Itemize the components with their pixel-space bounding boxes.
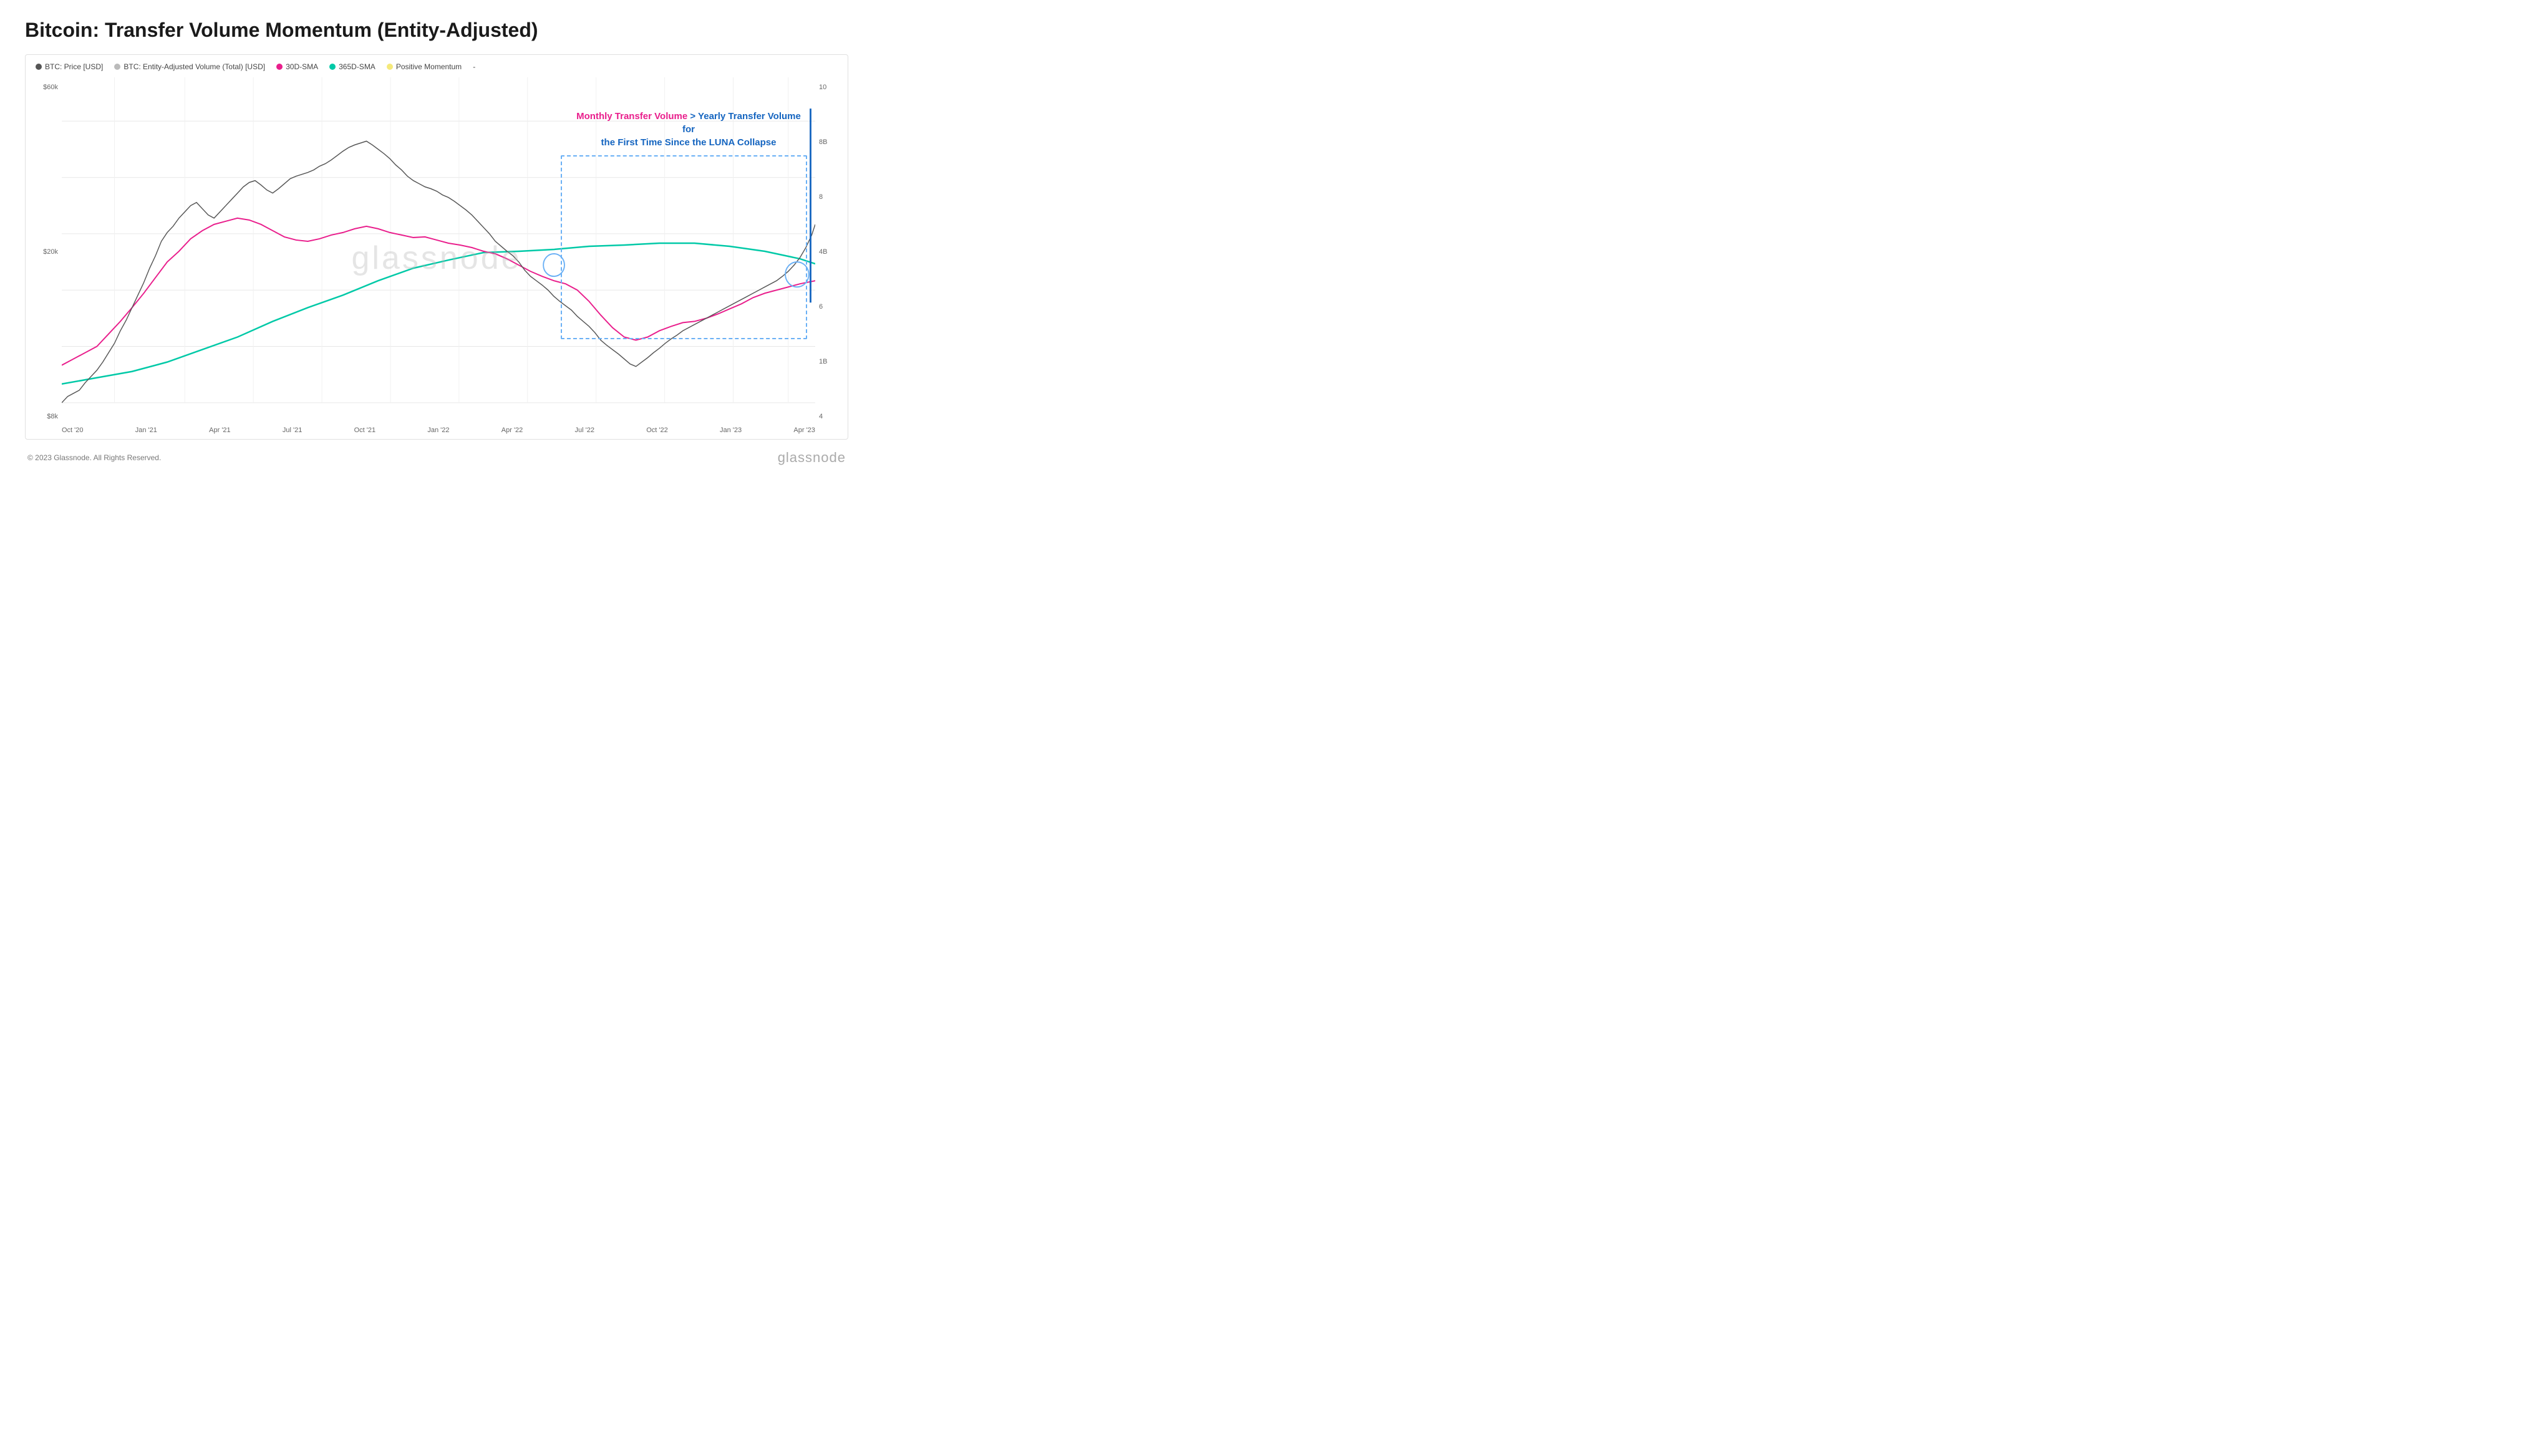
legend-sma30-label: 30D-SMA (286, 62, 318, 71)
y-label-4b: 4B (815, 248, 848, 256)
y-label-4: 4 (815, 413, 848, 420)
chart-area: $60k $20k $8k 10 8B 8 4B 6 1B 4 (26, 77, 848, 439)
x-label-oct21: Oct '21 (354, 427, 376, 434)
legend-sma365: 365D-SMA (329, 62, 375, 71)
y-axis-left: $60k $20k $8k (26, 77, 62, 439)
page-title: Bitcoin: Transfer Volume Momentum (Entit… (25, 19, 848, 42)
x-label-apr21: Apr '21 (209, 427, 231, 434)
legend-positive-momentum-label: Positive Momentum (396, 62, 462, 71)
y-label-1b: 1B (815, 358, 848, 365)
y-label-10: 10 (815, 84, 848, 91)
x-label-jan21: Jan '21 (135, 427, 157, 434)
legend-sma365-label: 365D-SMA (339, 62, 375, 71)
legend-dash: - (473, 62, 475, 71)
legend-dash-label: - (473, 62, 475, 71)
copyright: © 2023 Glassnode. All Rights Reserved. (27, 453, 161, 462)
x-label-oct22: Oct '22 (646, 427, 668, 434)
chart-legend: BTC: Price [USD] BTC: Entity-Adjusted Vo… (26, 62, 848, 77)
sma30-line (62, 218, 815, 365)
x-label-apr23: Apr '23 (793, 427, 815, 434)
annotation-circle-1 (543, 254, 564, 276)
sma365-line (62, 243, 815, 384)
chart-svg (62, 77, 815, 422)
legend-btc-volume: BTC: Entity-Adjusted Volume (Total) [USD… (114, 62, 265, 71)
btc-price-line (62, 141, 815, 403)
glassnode-logo: glassnode (778, 450, 846, 466)
x-label-oct20: Oct '20 (62, 427, 84, 434)
x-label-jan23: Jan '23 (720, 427, 742, 434)
y-label-20k: $20k (26, 248, 62, 256)
x-label-jan22: Jan '22 (427, 427, 449, 434)
y-label-6: 6 (815, 303, 848, 311)
x-label-jul21: Jul '21 (283, 427, 302, 434)
legend-btc-volume-label: BTC: Entity-Adjusted Volume (Total) [USD… (123, 62, 265, 71)
y-label-8k: $8k (26, 413, 62, 420)
legend-positive-momentum: Positive Momentum (387, 62, 462, 71)
y-label-60k: $60k (26, 84, 62, 91)
annotation-circle-2 (785, 262, 809, 287)
footer: © 2023 Glassnode. All Rights Reserved. g… (25, 450, 848, 466)
legend-btc-price-label: BTC: Price [USD] (45, 62, 103, 71)
y-label-8b: 8B (815, 138, 848, 146)
chart-container: BTC: Price [USD] BTC: Entity-Adjusted Vo… (25, 54, 848, 440)
y-axis-right: 10 8B 8 4B 6 1B 4 (815, 77, 848, 439)
x-label-apr22: Apr '22 (501, 427, 523, 434)
legend-sma30: 30D-SMA (276, 62, 318, 71)
y-label-8: 8 (815, 193, 848, 201)
x-axis: Oct '20 Jan '21 Apr '21 Jul '21 Oct '21 … (62, 422, 815, 439)
x-label-jul22: Jul '22 (575, 427, 594, 434)
legend-btc-price: BTC: Price [USD] (36, 62, 103, 71)
